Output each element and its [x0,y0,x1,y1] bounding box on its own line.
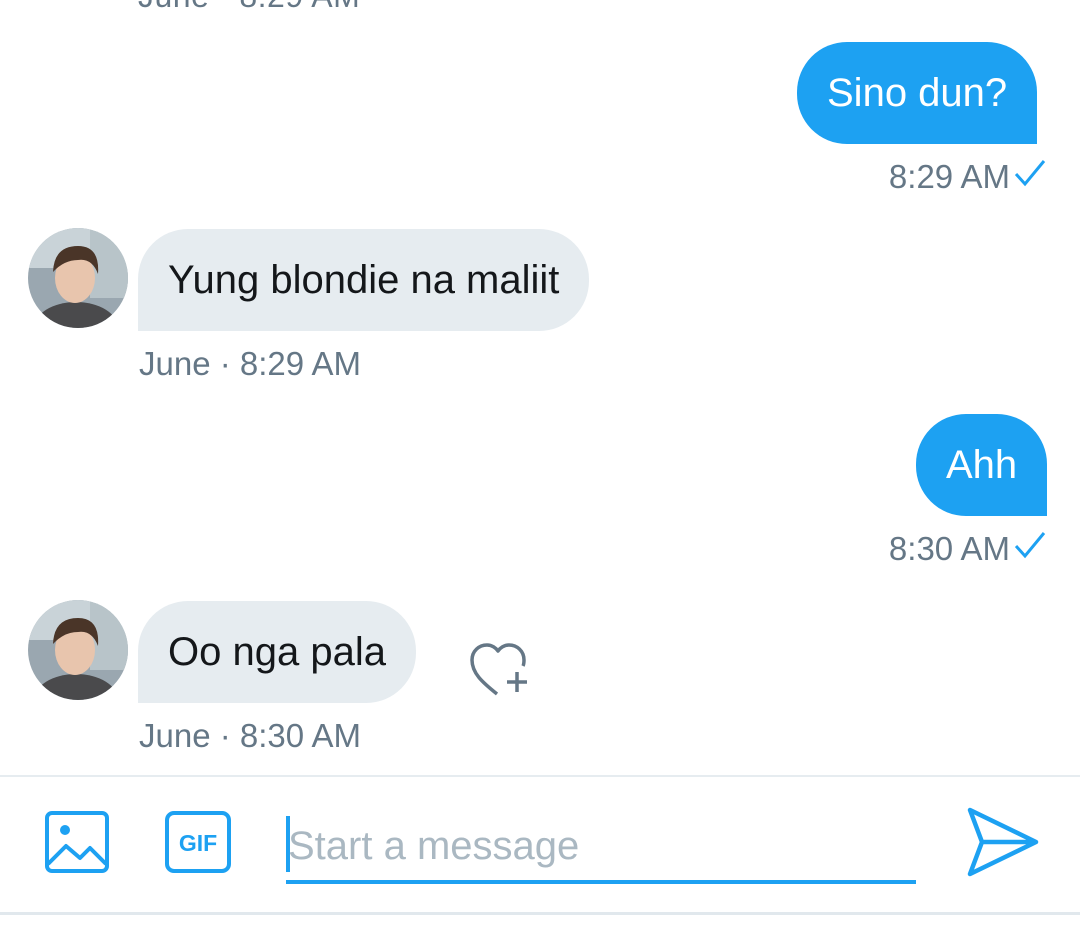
composer-divider [0,775,1080,777]
image-icon[interactable] [44,810,110,879]
message-time: 8:29 AM [888,158,1010,195]
incoming-message-bubble[interactable]: Oo nga pala [138,601,416,703]
check-icon [1014,158,1046,196]
message-meta: June · 8:30 AM [139,717,361,754]
message-meta: June · 8:29 AM [138,0,360,15]
message-time: 8:30 AM [888,530,1010,567]
avatar[interactable] [28,228,128,328]
message-meta: 8:29 AM [889,158,1046,196]
bottom-divider [0,912,1080,915]
incoming-message-bubble[interactable]: Yung blondie na maliit [138,229,590,331]
message-text: Sino dun? [827,71,1008,115]
message-meta: June · 8:29 AM [139,345,361,382]
message-input[interactable] [286,812,916,880]
message-text: Oo nga pala [168,630,386,674]
svg-text:GIF: GIF [179,830,217,856]
message-text: Ahh [946,443,1018,487]
heart-plus-icon[interactable] [468,640,534,705]
dm-conversation-screen: June · 8:29 AM Sino dun? 8:29 AM Yung bl… [0,0,1080,929]
avatar[interactable] [28,600,128,700]
outgoing-message-bubble[interactable]: Ahh [916,414,1048,516]
send-icon[interactable] [964,804,1042,885]
message-input-container [286,812,916,884]
message-meta: 8:30 AM [889,530,1046,568]
message-text: Yung blondie na maliit [168,258,560,302]
outgoing-message-bubble[interactable]: Sino dun? [797,42,1038,144]
gif-icon[interactable]: GIF [164,810,232,879]
text-cursor [286,816,290,872]
check-icon [1014,530,1046,568]
